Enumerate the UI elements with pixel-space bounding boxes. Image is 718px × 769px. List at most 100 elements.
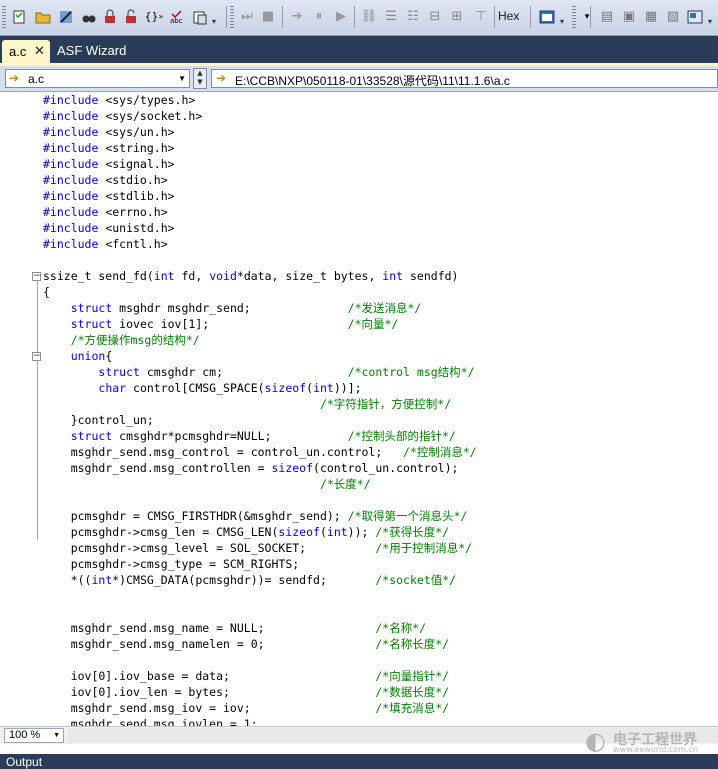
- hex-button[interactable]: Hex: [498, 9, 526, 27]
- step-icon[interactable]: ⏭: [238, 8, 256, 26]
- chevron-down-icon[interactable]: ▼: [178, 74, 186, 83]
- watermark-url: www.eeworld.com.cn: [613, 745, 698, 754]
- code-line[interactable]: [43, 588, 477, 604]
- code-line[interactable]: union{: [43, 348, 477, 364]
- zoom-dropdown[interactable]: 100 % ▼: [4, 728, 64, 743]
- file-path-value: E:\CCB\NXP\050118-01\33528\源代码\11\11.1.6…: [235, 74, 510, 88]
- toolbar-separator: [530, 6, 531, 28]
- close-icon[interactable]: ✕: [34, 43, 45, 59]
- toolbar-grip[interactable]: [230, 6, 234, 28]
- breakpoint-icon[interactable]: ▣: [620, 8, 638, 26]
- table-icon[interactable]: ▦: [642, 8, 660, 26]
- code-line[interactable]: struct cmsghdr cm; /*control msg结构*/: [43, 364, 477, 380]
- lock-icon[interactable]: [101, 8, 119, 26]
- forward-icon[interactable]: ➔: [288, 8, 306, 26]
- code-line[interactable]: #include <string.h>: [43, 140, 477, 156]
- paste-icon[interactable]: [191, 8, 209, 26]
- align-icon[interactable]: ⊞: [448, 8, 466, 26]
- tab-asf-wizard[interactable]: ASF Wizard: [57, 43, 126, 58]
- tools-icon[interactable]: [57, 8, 75, 26]
- code-line[interactable]: struct iovec iov[1]; /*向量*/: [43, 316, 477, 332]
- link-icon[interactable]: ⛓: [360, 8, 378, 26]
- collapse-icon[interactable]: −: [32, 352, 41, 361]
- toolbar-separator: [282, 6, 283, 28]
- code-line[interactable]: [43, 604, 477, 620]
- list-icon[interactable]: ▤: [598, 8, 616, 26]
- output-panel-tab[interactable]: Output: [0, 754, 718, 769]
- checklist-icon[interactable]: [10, 8, 28, 26]
- nav-splitter[interactable]: ▲ ▼: [193, 68, 207, 89]
- code-line[interactable]: #include <sys/un.h>: [43, 124, 477, 140]
- chevron-down-icon[interactable]: ▾: [708, 17, 712, 26]
- code-line[interactable]: #include <errno.h>: [43, 204, 477, 220]
- code-line[interactable]: }control_un;: [43, 412, 477, 428]
- chevron-down-icon[interactable]: ▾: [560, 17, 564, 26]
- code-line[interactable]: #include <signal.h>: [43, 156, 477, 172]
- display-icon[interactable]: ▧: [664, 8, 682, 26]
- code-line[interactable]: [43, 652, 477, 668]
- pause-icon[interactable]: ⏸: [310, 8, 328, 26]
- code-line[interactable]: msghdr_send.msg_control = control_un.con…: [43, 444, 477, 460]
- code-line[interactable]: iov[0].iov_len = bytes; /*数据长度*/: [43, 684, 477, 700]
- code-line[interactable]: pcmsghdr->cmsg_type = SCM_RIGHTS;: [43, 556, 477, 572]
- binoculars-icon[interactable]: [80, 8, 98, 26]
- code-line[interactable]: *((int*)CMSG_DATA(pcmsghdr))= sendfd; /*…: [43, 572, 477, 588]
- code-line[interactable]: [43, 252, 477, 268]
- top-icon[interactable]: ⊤: [472, 8, 490, 26]
- window-icon[interactable]: [538, 8, 556, 26]
- code-line[interactable]: #include <stdio.h>: [43, 172, 477, 188]
- code-line[interactable]: msghdr_send.msg_controllen = sizeof(cont…: [43, 460, 477, 476]
- selection-margin[interactable]: [0, 92, 24, 726]
- code-line[interactable]: [43, 492, 477, 508]
- unlock-icon[interactable]: [122, 8, 140, 26]
- stop-icon[interactable]: ■: [259, 8, 277, 26]
- toolbar-grip[interactable]: [572, 6, 576, 28]
- code-line[interactable]: /*方便操作msg的结构*/: [43, 332, 477, 348]
- play-icon[interactable]: ▶: [332, 8, 350, 26]
- export-icon[interactable]: [686, 8, 704, 26]
- collapse-icon[interactable]: −: [32, 272, 41, 281]
- code-line[interactable]: #include <sys/types.h>: [43, 92, 477, 108]
- indent-icon[interactable]: ☰: [382, 8, 400, 26]
- bracket-icon[interactable]: {}»: [145, 8, 164, 26]
- code-text[interactable]: #include <sys/types.h> #include <sys/sock…: [43, 92, 477, 726]
- open-folder-icon[interactable]: [34, 8, 52, 26]
- code-line[interactable]: #include <stdlib.h>: [43, 188, 477, 204]
- arrow-right-icon: ➔: [216, 71, 227, 85]
- code-line[interactable]: #include <fcntl.h>: [43, 236, 477, 252]
- code-line[interactable]: pcmsghdr->cmsg_len = CMSG_LEN(sizeof(int…: [43, 524, 477, 540]
- code-line[interactable]: #include <unistd.h>: [43, 220, 477, 236]
- code-line[interactable]: struct msghdr msghdr_send; /*发送消息*/: [43, 300, 477, 316]
- document-tab-strip: a.c ✕ ASF Wizard: [0, 36, 718, 63]
- tab-a-c[interactable]: a.c ✕: [2, 40, 50, 63]
- code-line[interactable]: msghdr_send.msg_name = NULL; /*名称*/: [43, 620, 477, 636]
- code-line[interactable]: msghdr_send.msg_iov = iov; /*填充消息*/: [43, 700, 477, 716]
- code-line[interactable]: /*字符指针，方便控制*/: [43, 396, 477, 412]
- code-editor[interactable]: − − #include <sys/types.h> #include <sys/…: [0, 92, 718, 726]
- file-path-field[interactable]: ➔ E:\CCB\NXP\050118-01\33528\源代码\11\11.1…: [211, 69, 718, 88]
- navigation-bar: ➔ a.c ▼ ▲ ▼ ➔ E:\CCB\NXP\050118-01\33528\…: [0, 66, 718, 92]
- arrow-right-icon: ➔: [9, 71, 20, 85]
- chevron-down-icon[interactable]: ▾: [212, 17, 216, 26]
- chevron-down-icon[interactable]: ▾: [578, 8, 596, 26]
- code-line[interactable]: iov[0].iov_base = data; /*向量指针*/: [43, 668, 477, 684]
- code-line[interactable]: #include <sys/socket.h>: [43, 108, 477, 124]
- scope-dropdown[interactable]: ➔ a.c ▼: [5, 69, 190, 88]
- tab-label: a.c: [9, 44, 27, 59]
- code-line[interactable]: {: [43, 284, 477, 300]
- code-line[interactable]: /*长度*/: [43, 476, 477, 492]
- toolbar-grip[interactable]: [2, 6, 6, 28]
- code-line[interactable]: struct cmsghdr*pcmsghdr=NULL; /*控制头部的指针*…: [43, 428, 477, 444]
- align-icon[interactable]: ⊟: [426, 8, 444, 26]
- code-line[interactable]: msghdr_send.msg_iovlen = 1;: [43, 716, 477, 726]
- chevron-down-icon[interactable]: ▼: [53, 732, 60, 739]
- outline-line: [37, 274, 38, 540]
- outdent-icon[interactable]: ☷: [404, 8, 422, 26]
- code-line[interactable]: msghdr_send.msg_namelen = 0; /*名称长度*/: [43, 636, 477, 652]
- code-line[interactable]: ssize_t send_fd(int fd, void*data, size_…: [43, 268, 477, 284]
- code-line[interactable]: pcmsghdr->cmsg_level = SOL_SOCKET; /*用于控…: [43, 540, 477, 556]
- output-label: Output: [6, 755, 43, 769]
- code-line[interactable]: char control[CMSG_SPACE(sizeof(int))];: [43, 380, 477, 396]
- spellcheck-icon[interactable]: abc: [168, 8, 186, 26]
- code-line[interactable]: pcmsghdr = CMSG_FIRSTHDR(&msghdr_send); …: [43, 508, 477, 524]
